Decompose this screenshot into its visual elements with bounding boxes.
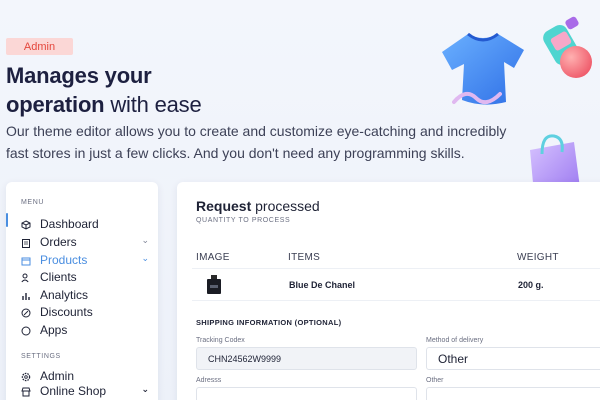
sidebar-item-label: Products	[40, 253, 88, 267]
sidebar-item-label: Clients	[40, 270, 77, 284]
sidebar-item-label: Dashboard	[40, 217, 99, 231]
sidebar-item-label: Discounts	[40, 305, 93, 319]
sidebar-item-dashboard[interactable]: Dashboard	[21, 216, 151, 232]
sidebar-item-label: Apps	[40, 323, 68, 337]
circle-icon	[21, 325, 31, 336]
ribbon-illustration	[452, 91, 502, 105]
sidebar-item-online-shop[interactable]: Online Shop ⌄	[21, 383, 151, 399]
gear-icon	[21, 371, 31, 382]
hero-description: Our theme editor allows you to create an…	[6, 123, 507, 161]
percent-icon	[21, 307, 31, 318]
delivery-method-select[interactable]: Other	[426, 347, 600, 370]
item-name: Blue De Chanel	[289, 280, 356, 290]
address-field[interactable]	[196, 387, 417, 400]
box-icon	[21, 255, 31, 266]
users-icon	[21, 272, 31, 283]
divider	[192, 268, 600, 269]
chevron-down-icon[interactable]: ⌄	[141, 384, 149, 395]
sidebar-item-analytics[interactable]: Analytics	[21, 287, 151, 303]
headline-line2-light: with ease	[104, 92, 202, 117]
other-field[interactable]	[426, 387, 600, 400]
card-title: Request processed	[196, 198, 320, 214]
card-title-light: processed	[251, 198, 320, 214]
sidebar-item-products[interactable]: Products ⌄	[21, 252, 151, 268]
menu-section-title: MENU	[21, 199, 45, 206]
page-headline: Manages your operation with ease	[6, 61, 202, 119]
tracking-label: Tracking Codex	[196, 337, 245, 344]
sidebar-item-label: Online Shop	[40, 384, 107, 398]
other-label: Other	[426, 377, 444, 384]
sidebar-item-label: Analytics	[40, 288, 89, 302]
headline-line2-bold: operation	[6, 92, 105, 117]
tracking-code-field[interactable]: CHN24562W9999	[196, 347, 417, 370]
perfume-bottle-image	[207, 275, 221, 294]
chart-icon	[21, 290, 31, 300]
settings-section-title: SETTINGS	[21, 353, 61, 360]
sidebar-item-clients[interactable]: Clients	[21, 269, 151, 285]
column-header-items: ITEMS	[288, 252, 321, 263]
chevron-down-icon[interactable]: ⌄	[141, 235, 149, 246]
sidebar-item-label: Orders	[40, 235, 77, 249]
card-title-bold: Request	[196, 198, 252, 214]
request-card: Request processed QUANTITY TO PROCESS IM…	[177, 182, 600, 400]
sidebar-item-orders[interactable]: Orders ⌄	[21, 234, 151, 250]
item-weight: 200 g.	[518, 280, 544, 290]
ball-illustration	[560, 46, 592, 78]
sidebar-item-admin[interactable]: Admin	[21, 368, 151, 384]
column-header-image: IMAGE	[196, 252, 230, 263]
sidebar-item-apps[interactable]: Apps	[21, 322, 151, 338]
headline-line1: Manages your	[6, 63, 152, 88]
admin-badge: Admin	[6, 38, 73, 55]
sidebar-item-label: Admin	[40, 369, 75, 383]
divider	[192, 300, 600, 301]
clipboard-icon	[21, 237, 31, 248]
active-indicator	[6, 213, 8, 227]
sidebar-item-discounts[interactable]: Discounts	[21, 304, 151, 320]
cube-icon	[21, 219, 31, 230]
shipping-section-title: SHIPPING INFORMATION (OPTIONAL)	[196, 318, 342, 327]
shop-icon	[21, 386, 31, 397]
column-header-weight: WEIGHT	[517, 252, 559, 263]
sidebar: MENU Dashboard Orders ⌄ Products ⌄ Clien…	[6, 182, 158, 400]
delivery-label: Method of delivery	[426, 337, 484, 344]
hero-section: Admin Manages your operation with ease O…	[0, 0, 600, 194]
chevron-down-icon[interactable]: ⌄	[141, 253, 149, 264]
card-subtitle: QUANTITY TO PROCESS	[196, 217, 291, 224]
address-label: Adresss	[196, 377, 222, 384]
